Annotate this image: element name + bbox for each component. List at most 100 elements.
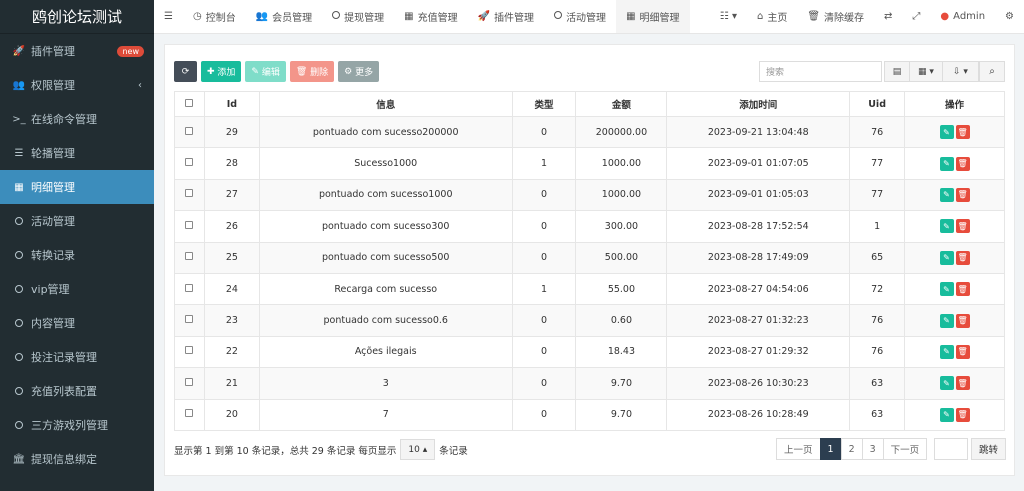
row-edit-button[interactable]: ✎	[939, 344, 954, 359]
search-input[interactable]: 搜索	[759, 61, 882, 82]
row-checkbox[interactable]	[185, 189, 194, 198]
row-delete-button[interactable]: 🗑	[955, 282, 970, 297]
top-tab[interactable]: ▦ 明细管理	[616, 0, 690, 33]
col-info[interactable]: 信息	[258, 91, 513, 117]
sidebar-item[interactable]: 三方游戏列管理	[0, 408, 154, 442]
sidebar-item[interactable]: ☰ 轮播管理	[0, 136, 154, 170]
col-id[interactable]: Id	[203, 91, 260, 117]
sidebar-item[interactable]: >_ 在线命令管理	[0, 102, 154, 136]
row-checkbox[interactable]	[185, 126, 194, 135]
row-checkbox[interactable]	[185, 220, 194, 229]
add-button[interactable]: ✚ 添加	[201, 61, 242, 82]
columns-button[interactable]: ▦ ▾	[909, 61, 943, 82]
table-row[interactable]: 29 pontuado com sucesso200000 0 200000.00 20…	[174, 115, 1005, 149]
top-tab[interactable]: 👥 会员管理	[246, 0, 322, 33]
page-button[interactable]: 2	[840, 438, 863, 460]
settings-button[interactable]: ⚙	[995, 0, 1024, 33]
clear-cache-button[interactable]: 🗑 清除缓存	[797, 0, 874, 33]
top-tab[interactable]: 🚀 插件管理	[468, 0, 544, 33]
table-row[interactable]: 22 Ações ilegais 0 18.43 2023-08-27 01:29:32…	[174, 335, 1005, 369]
sidebar-item[interactable]: vip管理	[0, 272, 154, 306]
sidebar-item[interactable]: 👥 权限管理 ‹	[0, 68, 154, 102]
app-logo-title[interactable]: 鸥创论坛测试	[0, 0, 154, 34]
row-edit-button[interactable]: ✎	[939, 313, 954, 328]
sidebar-toggle-button[interactable]: ☰	[154, 0, 183, 33]
row-delete-button[interactable]: 🗑	[955, 187, 970, 202]
advanced-search-button[interactable]: ⌕	[979, 61, 1005, 82]
row-edit-button[interactable]: ✎	[939, 125, 954, 140]
row-delete-button[interactable]: 🗑	[955, 250, 970, 265]
row-checkbox[interactable]	[185, 252, 194, 261]
row-checkbox[interactable]	[185, 346, 194, 355]
user-menu[interactable]: ● Admin	[930, 0, 995, 33]
sidebar-item[interactable]: ▦ 明细管理	[0, 170, 154, 204]
row-checkbox[interactable]	[185, 283, 194, 292]
row-delete-button[interactable]: 🗑	[955, 156, 970, 171]
prev-page-button[interactable]: 上一页	[776, 438, 821, 460]
cell-uid: 76	[849, 115, 906, 149]
page-size-select[interactable]: 10 ▴	[400, 439, 436, 460]
fullscreen-button[interactable]: ⤢	[902, 0, 930, 33]
table-row[interactable]: 20 7 0 9.70 2023-08-26 10:28:49 63 ✎ 🗑	[174, 398, 1005, 431]
row-delete-button[interactable]: 🗑	[955, 219, 970, 234]
table-row[interactable]: 23 pontuado com sucesso0.6 0 0.60 2023-08-27…	[174, 304, 1005, 337]
table-row[interactable]: 25 pontuado com sucesso500 0 500.00 2023-08-…	[174, 241, 1005, 274]
sidebar-item[interactable]: 转换记录	[0, 238, 154, 272]
jump-page-input[interactable]	[934, 438, 968, 460]
row-edit-button[interactable]: ✎	[939, 187, 954, 202]
jump-button[interactable]: 跳转	[971, 438, 1006, 460]
table-row[interactable]: 27 pontuado com sucesso1000 0 1000.00 2023-0…	[174, 178, 1005, 212]
col-amount[interactable]: 金额	[575, 91, 668, 117]
avatar: ●	[940, 11, 950, 22]
more-button[interactable]: ⚙ 更多	[338, 61, 380, 82]
table-row[interactable]: 26 pontuado com sucesso300 0 300.00 2023-08-…	[174, 210, 1005, 243]
top-tab[interactable]: ▦ 充值管理	[394, 0, 467, 33]
row-checkbox[interactable]	[185, 377, 194, 386]
row-edit-button[interactable]: ✎	[939, 250, 954, 265]
page-button[interactable]: 3	[861, 438, 884, 460]
sidebar-item[interactable]: 🏛 提现信息绑定	[0, 442, 154, 476]
cell-info: pontuado com sucesso500	[258, 241, 513, 274]
top-tab[interactable]: 提现管理	[322, 0, 394, 33]
table-row[interactable]: 28 Sucesso1000 1 1000.00 2023-09-01 01:07:05…	[174, 147, 1005, 180]
top-tab[interactable]: ◷ 控制台	[183, 0, 246, 33]
toggle-view-button[interactable]: ▤	[884, 61, 910, 82]
language-button[interactable]: ⇄	[874, 0, 902, 33]
row-delete-button[interactable]: 🗑	[955, 407, 970, 422]
next-page-button[interactable]: 下一页	[882, 438, 928, 460]
row-checkbox[interactable]	[185, 409, 194, 418]
select-all-checkbox[interactable]	[185, 98, 194, 107]
sidebar-item[interactable]: 🚀 插件管理 new	[0, 34, 154, 68]
table-icon: ▤	[892, 66, 902, 77]
row-delete-button[interactable]: 🗑	[955, 344, 970, 359]
col-uid[interactable]: Uid	[849, 91, 906, 117]
multiplex-menu-button[interactable]: ☷ ▾	[710, 0, 747, 33]
page-button[interactable]: 1	[819, 438, 842, 460]
sidebar-item[interactable]: 充值列表配置	[0, 374, 154, 408]
edit-button[interactable]: ✎ 编辑	[245, 61, 286, 82]
refresh-button[interactable]: ⟳	[174, 61, 197, 82]
row-edit-button[interactable]: ✎	[939, 407, 954, 422]
row-edit-button[interactable]: ✎	[939, 156, 954, 171]
row-edit-button[interactable]: ✎	[939, 282, 954, 297]
row-delete-button[interactable]: 🗑	[955, 376, 970, 391]
sidebar-item[interactable]: 投注记录管理	[0, 340, 154, 374]
table-row[interactable]: 21 3 0 9.70 2023-08-26 10:30:23 63 ✎ 🗑	[174, 367, 1005, 400]
table-row[interactable]: 24 Recarga com sucesso 1 55.00 2023-08-27 04…	[174, 272, 1005, 306]
top-tab[interactable]: 活动管理	[544, 0, 616, 33]
row-delete-button[interactable]: 🗑	[955, 313, 970, 328]
cell-amount: 0.60	[575, 304, 668, 337]
sidebar-item[interactable]: 内容管理	[0, 306, 154, 340]
col-time[interactable]: 添加时间	[666, 91, 851, 117]
row-checkbox[interactable]	[185, 158, 194, 167]
row-checkbox[interactable]	[185, 315, 194, 324]
row-edit-button[interactable]: ✎	[939, 219, 954, 234]
sidebar-item-label: 明细管理	[31, 181, 75, 194]
home-link[interactable]: ⌂ 主页	[747, 0, 797, 33]
row-edit-button[interactable]: ✎	[939, 376, 954, 391]
col-type[interactable]: 类型	[511, 91, 577, 117]
row-delete-button[interactable]: 🗑	[955, 125, 970, 140]
delete-button[interactable]: 🗑 删除	[289, 61, 335, 82]
export-button[interactable]: ⇩ ▾	[942, 61, 979, 82]
sidebar-item[interactable]: 活动管理	[0, 204, 154, 238]
